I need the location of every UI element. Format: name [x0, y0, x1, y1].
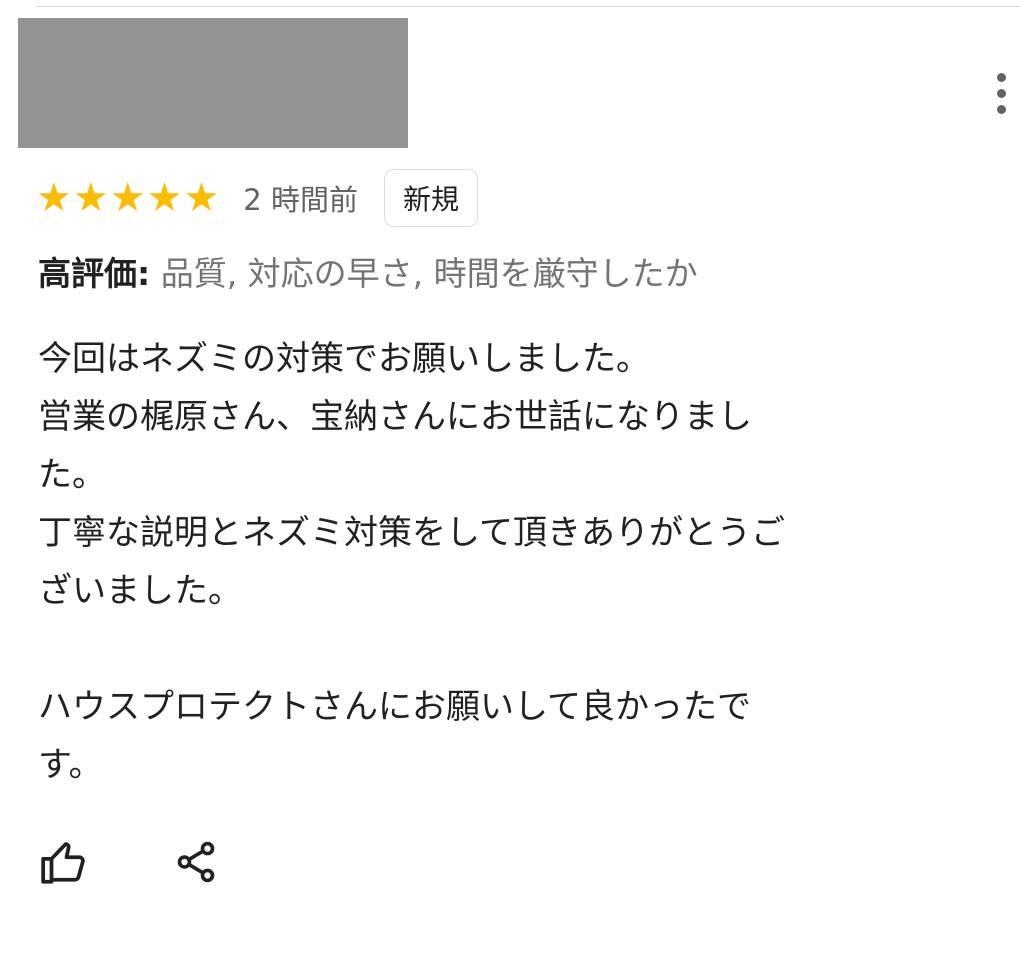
star-icon: ★: [109, 175, 146, 221]
star-icon: ★: [36, 175, 72, 221]
share-button[interactable]: [168, 834, 224, 890]
highlights-label: 高評価:: [38, 254, 151, 293]
review-paragraph-blank: [38, 620, 938, 678]
review-paragraph: 丁寧な説明とネズミ対策をして頂きありがとうご ざいました。: [38, 513, 785, 611]
star-icon: ★: [146, 175, 183, 221]
rating-row: ★ ★ ★ ★ ★ 2 時間前 新規: [36, 168, 478, 228]
star-icon: ★: [72, 175, 109, 221]
thumb-up-icon: [41, 842, 85, 884]
review-paragraph: 営業の梶原さん、宝納さんにお世話になりまし た。: [38, 397, 752, 495]
star-icon: ★: [183, 175, 220, 221]
review-actions: [36, 834, 224, 890]
new-badge: 新規: [383, 169, 478, 227]
like-button[interactable]: [36, 834, 92, 890]
more-vert-icon: [996, 72, 1006, 82]
positive-highlights: 高評価: 品質, 対応の早さ, 時間を厳守したか: [38, 250, 698, 298]
review-timestamp: 2 時間前: [243, 183, 358, 217]
review-paragraph: 今回はネズミの対策でお願いしました。: [38, 339, 650, 379]
more-vert-icon-dot: [996, 88, 1006, 98]
highlights-values: 品質, 対応の早さ, 時間を厳守したか: [160, 254, 698, 293]
more-options-button[interactable]: [986, 68, 1016, 118]
share-icon: [177, 841, 215, 883]
redacted-reviewer-block: [18, 18, 408, 148]
top-divider: [36, 6, 1020, 7]
review-card: ★ ★ ★ ★ ★ 2 時間前 新規 高評価: 品質, 対応の早さ, 時間を厳守…: [0, 0, 1020, 957]
review-paragraph: ハウスプロテクトさんにお願いして良かったで す。: [38, 687, 751, 785]
review-text: 今回はネズミの対策でお願いしました。 営業の梶原さん、宝納さんにお世話になりまし…: [38, 330, 938, 794]
more-vert-icon-dot: [996, 104, 1006, 114]
star-rating: ★ ★ ★ ★ ★: [36, 178, 219, 218]
